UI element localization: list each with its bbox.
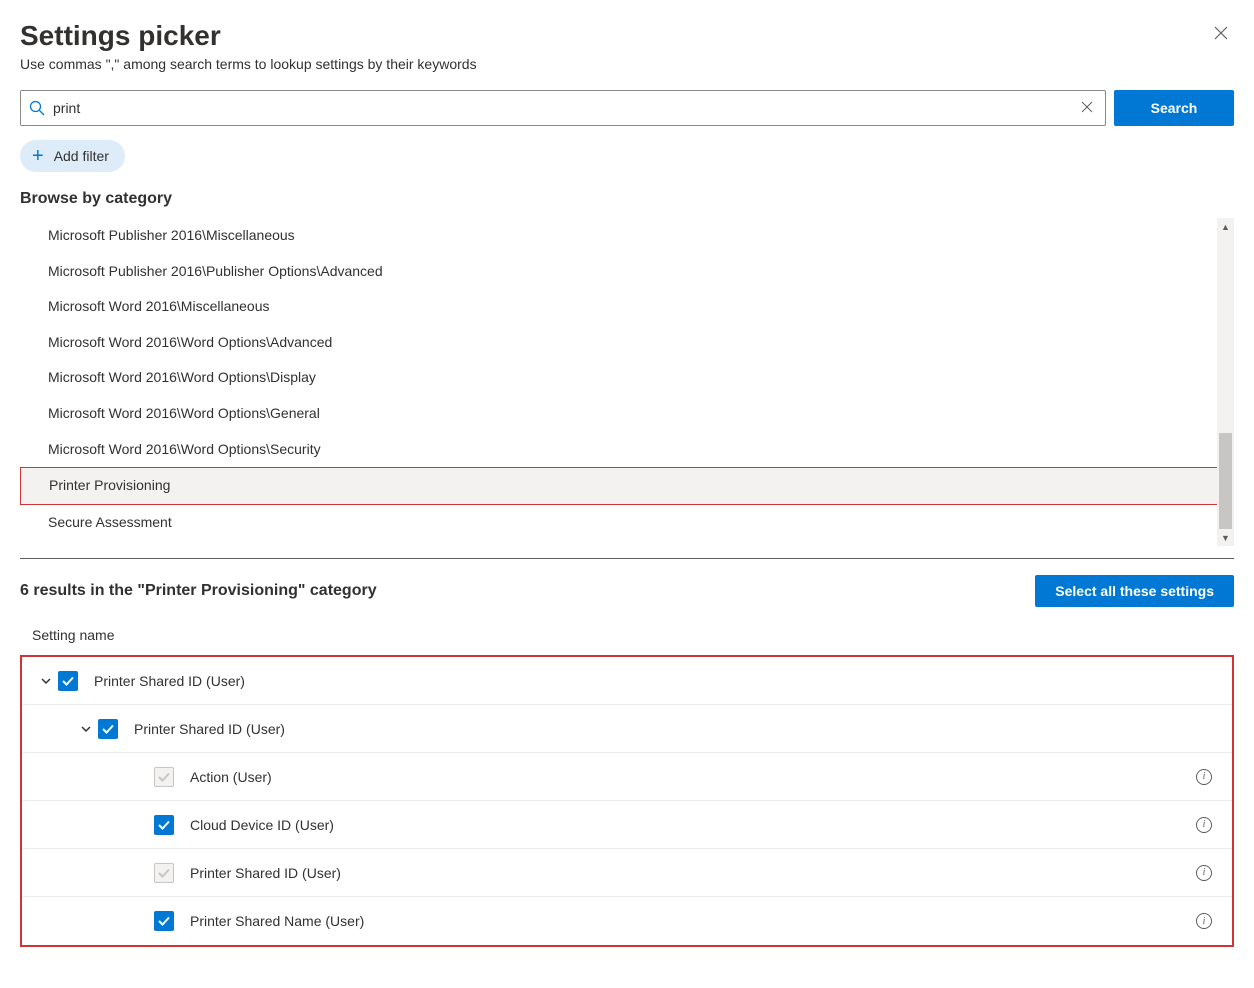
setting-checkbox[interactable] [58,671,78,691]
plus-icon: + [32,146,44,166]
info-icon[interactable]: i [1196,769,1212,785]
column-header-setting-name: Setting name [20,627,1234,655]
setting-row[interactable]: Printer Shared Name (User)i [22,897,1232,945]
setting-checkbox[interactable] [154,815,174,835]
category-item[interactable]: Microsoft Publisher 2016\Publisher Optio… [48,254,1214,290]
info-icon[interactable]: i [1196,913,1212,929]
setting-row[interactable]: Printer Shared ID (User) [22,657,1232,705]
category-item[interactable]: Secure Assessment [48,505,1214,541]
page-title: Settings picker [20,20,477,52]
category-item[interactable]: Microsoft Word 2016\Word Options\General [48,396,1214,432]
setting-row[interactable]: Action (User)i [22,753,1232,801]
category-item[interactable]: Microsoft Publisher 2016\Miscellaneous [48,218,1214,254]
info-icon[interactable]: i [1196,865,1212,881]
add-filter-label: Add filter [54,148,109,164]
divider [20,558,1234,559]
select-all-button[interactable]: Select all these settings [1035,575,1234,607]
setting-checkbox[interactable] [154,911,174,931]
search-box[interactable] [20,90,1106,126]
setting-label: Action (User) [190,769,1196,785]
category-item[interactable]: Printer Provisioning [20,467,1234,505]
category-item[interactable]: Microsoft Word 2016\Miscellaneous [48,289,1214,325]
chevron-down-icon[interactable] [34,674,58,688]
category-item[interactable]: Microsoft Word 2016\Word Options\Display [48,360,1214,396]
browse-heading: Browse by category [20,190,1234,208]
chevron-down-icon[interactable] [74,722,98,736]
clear-search-icon[interactable] [1077,96,1097,120]
setting-label: Printer Shared ID (User) [134,721,1220,737]
scrollbar[interactable]: ▲ ▼ [1217,218,1234,546]
search-input[interactable] [53,100,1077,116]
category-item[interactable]: Microsoft Word 2016\Word Options\Securit… [48,432,1214,468]
category-item[interactable]: Microsoft Word 2016\Word Options\Advance… [48,325,1214,361]
info-icon[interactable]: i [1196,817,1212,833]
setting-label: Printer Shared ID (User) [190,865,1196,881]
scroll-up-icon[interactable]: ▲ [1217,218,1234,235]
category-list[interactable]: Microsoft Publisher 2016\MiscellaneousMi… [20,218,1234,546]
close-button[interactable] [1208,20,1234,51]
page-subtitle: Use commas "," among search terms to loo… [20,56,477,72]
add-filter-button[interactable]: + Add filter [20,140,125,172]
setting-label: Printer Shared Name (User) [190,913,1196,929]
setting-row[interactable]: Printer Shared ID (User)i [22,849,1232,897]
settings-tree: Printer Shared ID (User)Printer Shared I… [20,655,1234,947]
search-icon [29,100,45,116]
setting-label: Printer Shared ID (User) [94,673,1220,689]
search-button[interactable]: Search [1114,90,1234,126]
setting-checkbox[interactable] [154,767,174,787]
setting-row[interactable]: Printer Shared ID (User) [22,705,1232,753]
scrollbar-thumb[interactable] [1219,433,1232,529]
results-count: 6 results in the "Printer Provisioning" … [20,582,377,600]
scroll-down-icon[interactable]: ▼ [1217,529,1234,546]
setting-checkbox[interactable] [154,863,174,883]
setting-label: Cloud Device ID (User) [190,817,1196,833]
setting-row[interactable]: Cloud Device ID (User)i [22,801,1232,849]
close-icon [1214,27,1228,44]
setting-checkbox[interactable] [98,719,118,739]
